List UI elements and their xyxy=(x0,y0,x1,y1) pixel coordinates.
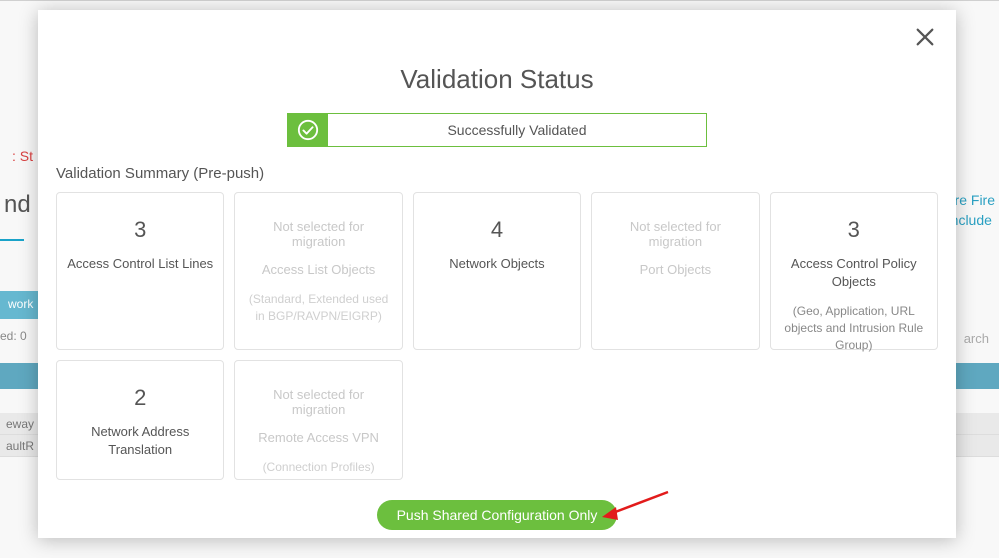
bg-selected-count: ed: 0 xyxy=(0,329,27,343)
card-nat: 2 Network Address Translation xyxy=(56,360,224,480)
card-label: Access Control List Lines xyxy=(67,255,213,273)
card-count: 2 xyxy=(134,385,146,411)
push-shared-config-button[interactable]: Push Shared Configuration Only xyxy=(377,500,618,530)
validation-status-bar: Successfully Validated xyxy=(287,113,707,147)
push-button-row: Push Shared Configuration Only xyxy=(56,500,938,530)
card-sublabel: (Geo, Application, URL objects and Intru… xyxy=(781,303,927,353)
card-remote-access-vpn: Not selected for migration Remote Access… xyxy=(234,360,402,480)
summary-card-grid-row2: 2 Network Address Translation Not select… xyxy=(56,360,938,480)
close-button[interactable] xyxy=(910,22,940,52)
card-empty xyxy=(413,360,581,480)
card-not-selected: Not selected for migration xyxy=(602,219,748,249)
bg-search-fragment: arch xyxy=(964,331,989,346)
check-circle-icon xyxy=(297,119,319,141)
bg-heading-fragment: nd xyxy=(0,191,35,219)
card-access-control-policy-objects: 3 Access Control Policy Objects (Geo, Ap… xyxy=(770,192,938,350)
validation-status-text: Successfully Validated xyxy=(328,114,706,146)
card-not-selected: Not selected for migration xyxy=(245,387,391,417)
card-network-objects: 4 Network Objects xyxy=(413,192,581,350)
card-count: 3 xyxy=(134,217,146,243)
close-icon xyxy=(914,26,936,48)
card-label: Network Objects xyxy=(449,255,544,273)
card-empty xyxy=(770,360,938,480)
card-empty xyxy=(591,360,759,480)
success-icon-box xyxy=(288,114,328,146)
bg-heading-underline xyxy=(0,239,24,241)
summary-label: Validation Summary (Pre-push) xyxy=(56,165,938,182)
card-label: Network Address Translation xyxy=(67,423,213,459)
bg-network-tab: work xyxy=(0,291,41,319)
card-count: 3 xyxy=(848,217,860,243)
card-sublabel: (Connection Profiles) xyxy=(263,459,375,476)
card-port-objects: Not selected for migration Port Objects xyxy=(591,192,759,350)
validation-status-modal: Validation Status Successfully Validated… xyxy=(38,10,956,538)
bg-status-fragment: : St xyxy=(12,148,33,164)
card-sublabel: (Standard, Extended used in BGP/RAVPN/EI… xyxy=(245,291,391,325)
modal-title: Validation Status xyxy=(56,64,938,95)
card-label: Access Control Policy Objects xyxy=(781,255,927,291)
card-count: 4 xyxy=(491,217,503,243)
card-acl-lines: 3 Access Control List Lines xyxy=(56,192,224,350)
card-label: Remote Access VPN xyxy=(258,429,379,447)
summary-card-grid-row1: 3 Access Control List Lines Not selected… xyxy=(56,192,938,350)
card-access-list-objects: Not selected for migration Access List O… xyxy=(234,192,402,350)
card-not-selected: Not selected for migration xyxy=(245,219,391,249)
card-label: Port Objects xyxy=(640,261,712,279)
card-label: Access List Objects xyxy=(262,261,375,279)
